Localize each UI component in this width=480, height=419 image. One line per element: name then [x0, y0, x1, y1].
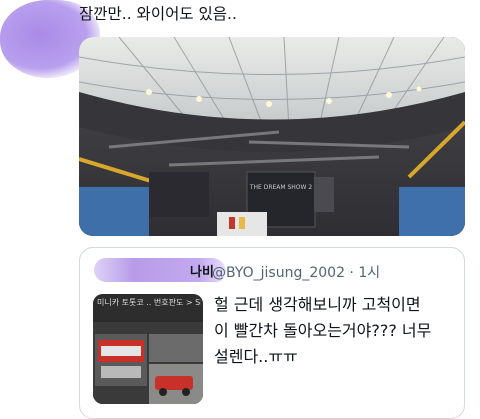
- thumbnail-caption: 미니카 토톳코 .. 번호판도 > SHOW AR <: [97, 298, 201, 307]
- stadium-photo-drawing: THE DREAM SHOW 2: [79, 37, 465, 236]
- quoted-tweet[interactable]: 나비 @BYO_jisung_2002 · 1시 미니카 토톳코 .. 번호판도…: [79, 247, 465, 419]
- stadium-photo[interactable]: THE DREAM SHOW 2: [79, 37, 465, 236]
- quote-handle-time: @BYO_jisung_2002 · 1시: [212, 265, 381, 281]
- quote-body-line-3: 설렌다..ㅠㅠ: [214, 347, 298, 366]
- quote-body: 헐 근데 생각해보니까 고척이면 이 빨간차 돌아오는거야??? 너무 설렌다.…: [214, 292, 454, 370]
- tweet-text: 잠깐만.. 와이어도 있음..: [79, 5, 237, 23]
- quote-body-line-2: 이 빨간차 돌아오는거야??? 너무: [214, 321, 432, 340]
- quote-body-line-1: 헐 근데 생각해보니까 고척이면: [214, 295, 421, 314]
- screen-text: THE DREAM SHOW 2: [249, 184, 313, 191]
- quote-thumbnail[interactable]: 미니카 토톳코 .. 번호판도 > SHOW AR <: [93, 294, 203, 404]
- red-car-image: [93, 294, 203, 404]
- quote-author-name-fragment: 나비: [190, 265, 214, 280]
